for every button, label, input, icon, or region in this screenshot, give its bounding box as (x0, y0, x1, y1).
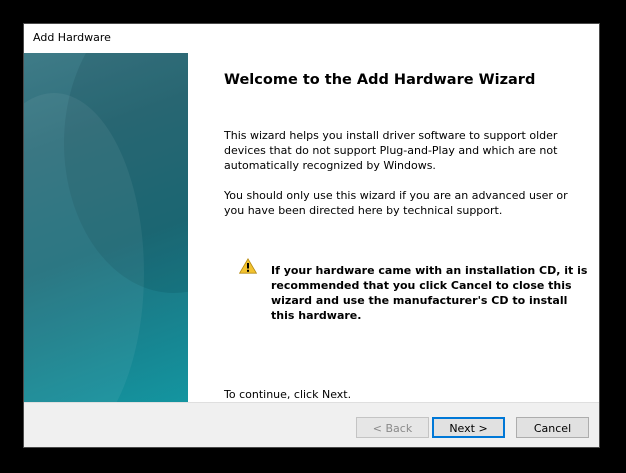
warning-message: If your hardware came with an installati… (271, 264, 588, 322)
warning-triangle-icon (239, 258, 257, 274)
next-button-label: Next > (449, 422, 488, 435)
intro-paragraph: This wizard helps you install driver sof… (224, 129, 558, 172)
page-title: Welcome to the Add Hardware Wizard (224, 72, 536, 88)
continue-instruction: To continue, click Next. (224, 388, 352, 401)
cancel-button[interactable]: Cancel (516, 417, 589, 438)
next-button[interactable]: Next > (432, 417, 505, 438)
advanced-user-paragraph: You should only use this wizard if you a… (224, 189, 568, 217)
cancel-button-label: Cancel (533, 422, 572, 435)
button-bar: < Back Next > Cancel (24, 402, 599, 447)
title-bar[interactable]: Add Hardware (24, 24, 599, 53)
back-button[interactable]: < Back (356, 417, 429, 438)
wizard-content: Welcome to the Add Hardware Wizard This … (188, 53, 599, 402)
back-button-label: < Back (372, 422, 413, 435)
wizard-banner (24, 53, 188, 402)
window-title: Add Hardware (33, 31, 111, 44)
add-hardware-window: Add Hardware Welcome to the Add Hardware… (23, 23, 600, 448)
